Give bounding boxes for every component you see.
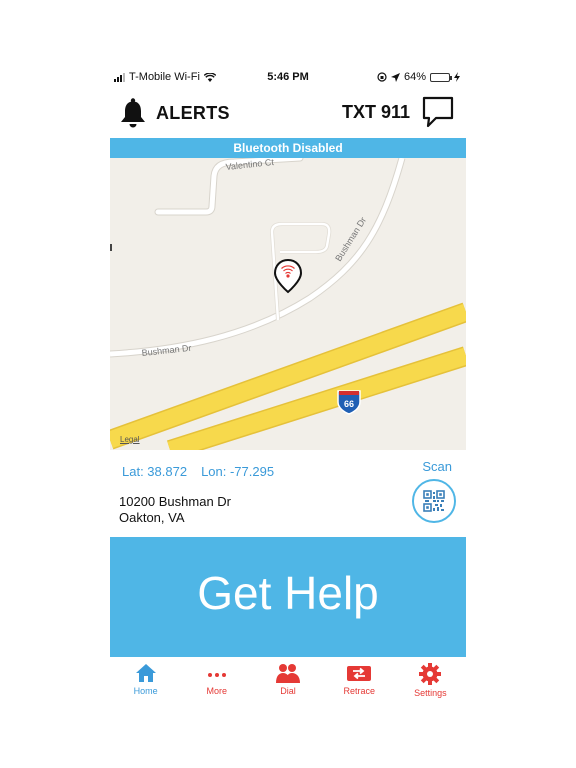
interstate-shield-icon: 66: [337, 390, 361, 415]
tab-more[interactable]: More: [181, 657, 252, 706]
interstate-shield-number: 66: [344, 399, 354, 409]
tab-more-label: More: [206, 686, 228, 696]
scan-label[interactable]: Scan: [422, 459, 452, 474]
map-legal-link[interactable]: Legal: [120, 435, 140, 444]
coordinates: Lat: 38.872 Lon: -77.295: [122, 464, 274, 479]
qr-code-icon: [423, 490, 445, 512]
tab-retrace[interactable]: Retrace: [324, 657, 395, 706]
chat-bubble-icon: [422, 96, 454, 128]
app-header: ALERTS TXT 911: [110, 92, 466, 136]
txt911-label: TXT 911: [341, 101, 410, 122]
tab-dial[interactable]: Dial: [252, 657, 323, 706]
longitude-value: Lon: -77.295: [201, 464, 275, 479]
tab-home[interactable]: Home: [110, 657, 181, 706]
tab-settings[interactable]: Settings: [395, 657, 466, 706]
street-label-bushman-2: Bushman Dr: [141, 343, 192, 358]
map-canvas: Valentino Ct Bushman Dr Bushman Dr 66: [110, 158, 466, 450]
tab-home-label: Home: [133, 686, 158, 696]
street-label-bushman-1: Bushman Dr: [333, 215, 368, 263]
tab-dial-label: Dial: [280, 686, 296, 696]
location-arrow-icon: [390, 72, 400, 82]
address-line-2: Oakton, VA: [119, 510, 185, 525]
txt911-button[interactable]: TXT 911: [342, 96, 454, 128]
alerts-button[interactable]: ALERTS: [120, 98, 230, 128]
location-pin-icon[interactable]: [273, 258, 303, 294]
address-line-1: 10200 Bushman Dr: [119, 494, 232, 509]
gear-icon: [419, 663, 442, 685]
battery-percent: 64%: [403, 71, 426, 83]
battery-icon: [430, 72, 452, 82]
get-help-button[interactable]: Get Help: [110, 537, 466, 657]
alerts-label: ALERTS: [156, 102, 230, 123]
bluetooth-disabled-banner[interactable]: Bluetooth Disabled: [110, 138, 466, 158]
tab-retrace-label: Retrace: [343, 686, 375, 696]
repeat-icon: [347, 666, 372, 681]
more-dots-icon: [207, 673, 226, 677]
map-view[interactable]: Valentino Ct Bushman Dr Bushman Dr 66 Le…: [110, 158, 466, 450]
charging-bolt-icon: [454, 72, 460, 82]
status-bar: T-Mobile Wi-Fi 5:46 PM 64%: [110, 66, 466, 88]
tab-bar: Home More Dial Retrace Settings: [110, 657, 466, 706]
rotation-lock-icon: [377, 72, 387, 82]
people-icon: [276, 664, 300, 683]
qr-scan-button[interactable]: [412, 479, 456, 523]
app-screen: T-Mobile Wi-Fi 5:46 PM 64% ALERTS TXT 91…: [110, 66, 466, 706]
latitude-value: Lat: 38.872: [122, 464, 188, 479]
tab-settings-label: Settings: [414, 688, 447, 698]
address: 10200 Bushman Dr Oakton, VA: [119, 494, 231, 526]
home-icon: [135, 664, 156, 682]
bell-icon: [121, 98, 145, 128]
